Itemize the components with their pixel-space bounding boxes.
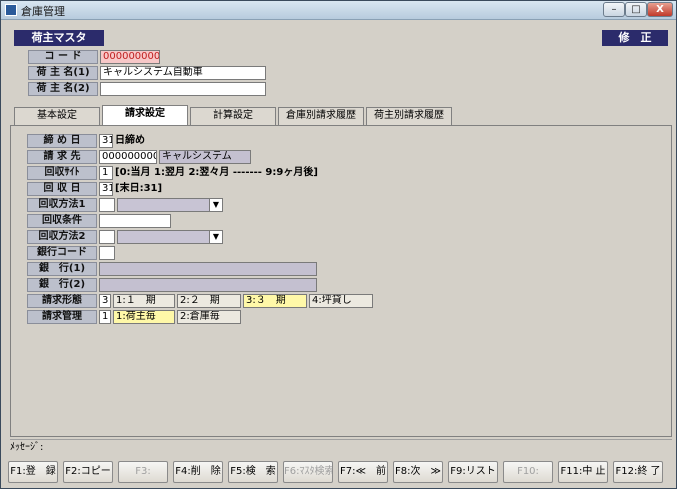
- bank-code-label: 銀行コード: [27, 246, 97, 260]
- f6-master-search-button[interactable]: F6:ﾏｽﾀ検索: [283, 461, 333, 483]
- bank2-label: 銀 行(2): [27, 278, 97, 292]
- client-area: 荷主マスタ 修 正 コ ー ド 0000000001 荷 主 名(1) キャルシ…: [4, 21, 672, 487]
- collect-cond-label: 回収条件: [27, 214, 97, 228]
- cycle-hint: [0:当月 1:翌月 2:翌々月 ------- 9:9ヶ月後]: [115, 167, 318, 178]
- method2-label: 回収方法2: [27, 230, 97, 244]
- bill-to-name: キャルシステム: [159, 150, 251, 164]
- f8-next-button[interactable]: F8:次 ≫: [393, 461, 443, 483]
- cycle-field[interactable]: 1: [99, 166, 113, 180]
- chevron-down-icon[interactable]: ▼: [209, 231, 222, 243]
- f7-prev-button[interactable]: F7:≪ 前: [338, 461, 388, 483]
- cycle-label: 回収ｻｲﾄ: [27, 166, 97, 180]
- billing-panel: 締 め 日 31 日締め 請 求 先 0000000001 キャルシステム 回収…: [10, 125, 672, 437]
- tab-basic[interactable]: 基本設定: [14, 107, 100, 125]
- tab-billing[interactable]: 請求設定: [102, 105, 188, 125]
- tab-shipper-history[interactable]: 荷主別請求履歴: [366, 107, 452, 125]
- collect-day-label: 回 収 日: [27, 182, 97, 196]
- form-label: 請求形態: [27, 294, 97, 308]
- f9-list-button[interactable]: F9:リスト: [448, 461, 498, 483]
- panel-title: 荷主マスタ: [14, 30, 104, 46]
- collect-day-field[interactable]: 31: [99, 182, 113, 196]
- maximize-button[interactable]: □: [625, 2, 647, 17]
- header-panel: 荷主マスタ 修 正 コ ー ド 0000000001 荷 主 名(1) キャルシ…: [10, 26, 670, 98]
- tab-calc[interactable]: 計算設定: [190, 107, 276, 125]
- bank-code-field[interactable]: [99, 246, 115, 260]
- f4-delete-button[interactable]: F4:削 除: [173, 461, 223, 483]
- close-button[interactable]: X: [647, 2, 673, 17]
- f1-register-button[interactable]: F1:登 録: [8, 461, 58, 483]
- mgmt-option-2[interactable]: 2:倉庫毎: [177, 310, 241, 324]
- f2-copy-button[interactable]: F2:コピー: [63, 461, 113, 483]
- mgmt-option-1[interactable]: 1:荷主毎: [113, 310, 175, 324]
- bank1-field: [99, 262, 317, 276]
- form-option-4[interactable]: 4:坪貸し: [309, 294, 373, 308]
- bank1-label: 銀 行(1): [27, 262, 97, 276]
- bill-to-code-field[interactable]: 0000000001: [99, 150, 157, 164]
- form-option-1[interactable]: 1:１ 期: [113, 294, 175, 308]
- form-field[interactable]: 3: [99, 294, 111, 308]
- minimize-button[interactable]: –: [603, 2, 625, 17]
- bank2-field: [99, 278, 317, 292]
- code-label: コ ー ド: [28, 50, 98, 64]
- f5-search-button[interactable]: F5:検 索: [228, 461, 278, 483]
- form-option-3[interactable]: 3:３ 期: [243, 294, 307, 308]
- function-key-bar: F1:登 録 F2:コピー F3: F4:削 除 F5:検 索 F6:ﾏｽﾀ検索…: [8, 461, 672, 483]
- window-title: 倉庫管理: [21, 5, 65, 18]
- mgmt-field[interactable]: 1: [99, 310, 111, 324]
- f12-exit-button[interactable]: F12:終 了: [613, 461, 663, 483]
- app-icon: [5, 4, 17, 16]
- title-bar: 倉庫管理 – □ X: [1, 1, 676, 20]
- name2-field[interactable]: [100, 82, 266, 96]
- message-bar: ﾒｯｾｰｼﾞ:: [10, 439, 672, 456]
- mode-badge: 修 正: [602, 30, 668, 46]
- name1-field[interactable]: キャルシステム自動車: [100, 66, 266, 80]
- f3-button[interactable]: F3:: [118, 461, 168, 483]
- name2-label: 荷 主 名(2): [28, 82, 98, 96]
- collect-day-hint: [末日:31]: [115, 183, 163, 194]
- closing-day-label: 締 め 日: [27, 134, 97, 148]
- tab-warehouse-history[interactable]: 倉庫別請求履歴: [278, 107, 364, 125]
- method2-code-field[interactable]: [99, 230, 115, 244]
- app-window: 倉庫管理 – □ X 荷主マスタ 修 正 コ ー ド 0000000001 荷 …: [0, 0, 677, 489]
- tab-strip: 基本設定 請求設定 計算設定 倉庫別請求履歴 荷主別請求履歴: [10, 105, 672, 125]
- closing-day-suffix: 日締め: [115, 135, 145, 146]
- f11-cancel-button[interactable]: F11:中 止: [558, 461, 608, 483]
- bill-to-label: 請 求 先: [27, 150, 97, 164]
- method1-label: 回収方法1: [27, 198, 97, 212]
- closing-day-field[interactable]: 31: [99, 134, 113, 148]
- method1-dropdown[interactable]: ▼: [117, 198, 223, 212]
- method1-code-field[interactable]: [99, 198, 115, 212]
- method2-dropdown[interactable]: ▼: [117, 230, 223, 244]
- f10-button[interactable]: F10:: [503, 461, 553, 483]
- chevron-down-icon[interactable]: ▼: [209, 199, 222, 211]
- collect-cond-field[interactable]: [99, 214, 171, 228]
- form-option-2[interactable]: 2:２ 期: [177, 294, 241, 308]
- name1-label: 荷 主 名(1): [28, 66, 98, 80]
- code-field[interactable]: 0000000001: [100, 50, 160, 64]
- mgmt-label: 請求管理: [27, 310, 97, 324]
